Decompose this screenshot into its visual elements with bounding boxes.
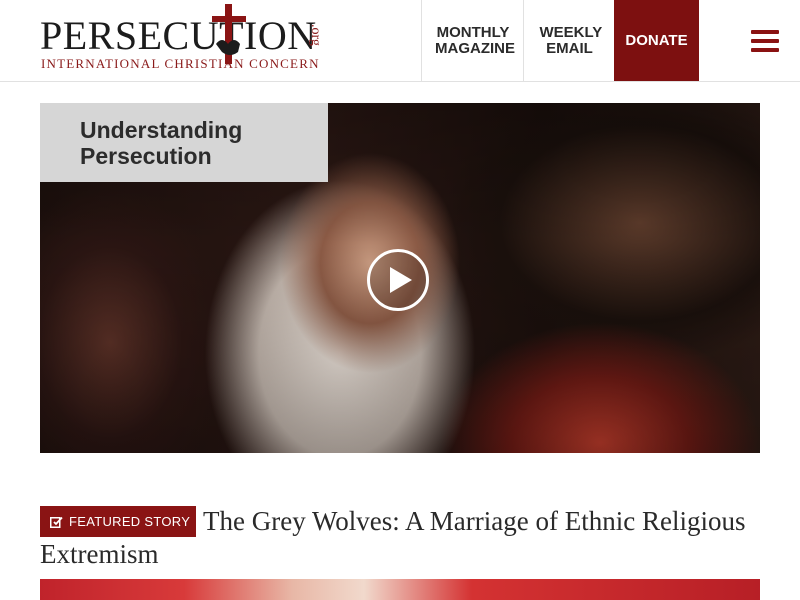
site-header: PERSECUTION .org INTERNATIONAL CHRISTIAN… [0,0,800,82]
site-logo[interactable]: PERSECUTION .org INTERNATIONAL CHRISTIAN… [40,4,345,74]
featured-story-badge-label: FEATURED STORY [69,514,191,529]
edit-icon [50,516,63,528]
hero-video[interactable]: Understanding Persecution [40,103,760,453]
nav-weekly-email[interactable]: WEEKLY EMAIL [523,0,615,81]
nav-monthly-magazine[interactable]: MONTHLY MAGAZINE [421,0,524,81]
play-icon[interactable] [367,249,429,311]
featured-story-image[interactable] [40,579,760,600]
nav-monthly-magazine-label: MONTHLY MAGAZINE [435,23,515,57]
logo-tagline: INTERNATIONAL CHRISTIAN CONCERN [41,56,320,71]
hero-label: Understanding Persecution [40,103,328,182]
hamburger-icon[interactable] [751,30,779,52]
featured-story-badge[interactable]: FEATURED STORY [40,506,196,537]
nav-weekly-email-label: WEEKLY EMAIL [539,23,603,57]
logo-domain: .org [308,24,323,46]
donate-button-label: DONATE [625,31,688,49]
donate-button[interactable]: DONATE [614,0,699,81]
logo-wordmark: PERSECUTION [40,13,317,58]
